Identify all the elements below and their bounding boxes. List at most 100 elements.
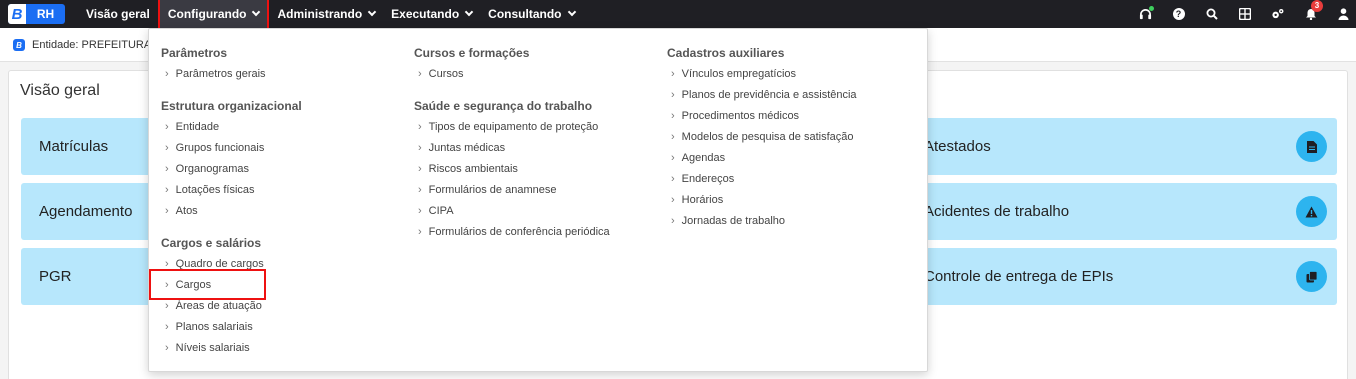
menu-item-tipos-equipamento[interactable]: › Tipos de equipamento de proteção bbox=[418, 121, 598, 133]
menu-item-modelos-pesquisa[interactable]: › Modelos de pesquisa de satisfação bbox=[671, 131, 854, 143]
tile-label: Matrículas bbox=[39, 138, 109, 155]
tile-acidentes[interactable]: Acidentes de trabalho bbox=[900, 183, 1337, 240]
menu-item-organogramas[interactable]: › Organogramas bbox=[165, 163, 249, 175]
menu-item-niveis-salariais[interactable]: › Níveis salariais bbox=[165, 342, 250, 354]
menu-item-label: Jornadas de trabalho bbox=[681, 215, 786, 227]
page-title: Visão geral bbox=[20, 82, 100, 99]
menu-item-label: Modelos de pesquisa de satisfação bbox=[681, 131, 854, 143]
menu-item-horarios[interactable]: › Horários bbox=[671, 194, 723, 206]
entity-label[interactable]: Entidade: PREFEITURA D bbox=[32, 39, 162, 51]
menu-item-planos-salariais[interactable]: › Planos salariais bbox=[165, 321, 253, 333]
headset-icon[interactable] bbox=[1139, 5, 1154, 21]
menu-item-formularios-conferencia[interactable]: › Formulários de conferência periódica bbox=[418, 226, 610, 238]
file-icon[interactable] bbox=[1296, 131, 1327, 162]
chevron-right-icon: › bbox=[418, 184, 422, 196]
menu-item-label: Formulários de conferência periódica bbox=[428, 226, 610, 238]
menu-item-label: CIPA bbox=[428, 205, 454, 217]
help-icon[interactable]: ? bbox=[1172, 8, 1185, 21]
nav-consultando[interactable]: Consultando bbox=[480, 0, 582, 28]
chevron-right-icon: › bbox=[165, 121, 169, 133]
menu-item-juntas-medicas[interactable]: › Juntas médicas bbox=[418, 142, 505, 154]
chevron-right-icon: › bbox=[418, 163, 422, 175]
menu-item-label: Agendas bbox=[681, 152, 726, 164]
menu-item-label: Horários bbox=[681, 194, 724, 206]
entity-logo-icon: B bbox=[13, 39, 25, 51]
chevron-right-icon: › bbox=[165, 68, 169, 80]
chevron-right-icon: › bbox=[165, 205, 169, 217]
nav-administrando[interactable]: Administrando bbox=[269, 0, 383, 28]
notification-count-badge: 3 bbox=[1311, 0, 1323, 12]
menu-item-planos-previdencia[interactable]: › Planos de previdência e assistência bbox=[671, 89, 857, 101]
menu-item-label: Juntas médicas bbox=[428, 142, 506, 154]
tile-label: Acidentes de trabalho bbox=[924, 203, 1070, 220]
bell-icon[interactable]: 3 bbox=[1304, 0, 1323, 21]
nav-configurando[interactable]: Configurando bbox=[157, 0, 270, 30]
highlight-annotation bbox=[149, 269, 266, 300]
chevron-down-icon bbox=[367, 7, 377, 17]
menu-item-label: Planos de previdência e assistência bbox=[681, 89, 857, 101]
menu-item-label: Níveis salariais bbox=[175, 342, 250, 354]
chevron-right-icon: › bbox=[671, 89, 675, 101]
menu-item-grupos-funcionais[interactable]: › Grupos funcionais bbox=[165, 142, 264, 154]
chevron-right-icon: › bbox=[418, 68, 422, 80]
chevron-right-icon: › bbox=[165, 321, 169, 333]
nav-executando[interactable]: Executando bbox=[383, 0, 480, 28]
menu-item-label: Lotações físicas bbox=[175, 184, 255, 196]
chevron-right-icon: › bbox=[418, 121, 422, 133]
menu-item-areas-de-atuacao[interactable]: › Áreas de atuação bbox=[165, 300, 262, 312]
brand-letter: B bbox=[8, 4, 26, 24]
nav-label: Configurando bbox=[167, 7, 247, 21]
warning-icon[interactable] bbox=[1296, 196, 1327, 227]
chevron-right-icon: › bbox=[418, 142, 422, 154]
chevron-right-icon: › bbox=[165, 142, 169, 154]
menu-item-enderecos[interactable]: › Endereços bbox=[671, 173, 734, 185]
tile-label: Agendamento bbox=[39, 203, 133, 220]
settings-gears-icon[interactable] bbox=[1271, 8, 1284, 21]
nav-visao-geral[interactable]: Visão geral bbox=[78, 0, 158, 28]
menu-item-formularios-anamnese[interactable]: › Formulários de anamnese bbox=[418, 184, 556, 196]
group-title-cursos: Cursos e formações bbox=[414, 46, 530, 60]
apps-grid-icon[interactable] bbox=[1238, 8, 1251, 21]
chevron-right-icon: › bbox=[165, 163, 169, 175]
menu-item-riscos-ambientais[interactable]: › Riscos ambientais bbox=[418, 163, 518, 175]
tile-atestados[interactable]: Atestados bbox=[900, 118, 1337, 175]
menu-item-label: Entidade bbox=[175, 121, 220, 133]
menu-item-procedimentos-medicos[interactable]: › Procedimentos médicos bbox=[671, 110, 799, 122]
menu-item-vinculos[interactable]: › Vínculos empregatícios bbox=[671, 68, 796, 80]
menu-item-atos[interactable]: › Atos bbox=[165, 205, 198, 217]
group-title-cargos: Cargos e salários bbox=[161, 236, 262, 250]
chevron-down-icon bbox=[252, 7, 261, 17]
chevron-down-icon bbox=[464, 7, 474, 17]
menu-item-entidade[interactable]: › Entidade bbox=[165, 121, 219, 133]
chevron-right-icon: › bbox=[671, 215, 675, 227]
group-title-cadastros: Cadastros auxiliares bbox=[667, 46, 785, 60]
tile-label: PGR bbox=[39, 268, 72, 285]
menu-item-label: Cursos bbox=[428, 68, 464, 80]
menu-item-label: Procedimentos médicos bbox=[681, 110, 800, 122]
menu-item-label: Riscos ambientais bbox=[428, 163, 518, 175]
menu-item-label: Atos bbox=[175, 205, 198, 217]
group-title-parametros: Parâmetros bbox=[161, 46, 228, 60]
menu-item-jornadas[interactable]: › Jornadas de trabalho bbox=[671, 215, 785, 227]
group-title-saude: Saúde e segurança do trabalho bbox=[414, 99, 593, 113]
top-navigation-bar: B RH Visão geral Configurando Administra… bbox=[0, 0, 1356, 30]
copy-icon[interactable] bbox=[1296, 261, 1327, 292]
menu-item-cipa[interactable]: › CIPA bbox=[418, 205, 454, 217]
tile-controle-epis[interactable]: Controle de entrega de EPIs bbox=[900, 248, 1337, 305]
nav-label: Consultando bbox=[488, 7, 562, 21]
nav-label: Administrando bbox=[277, 7, 363, 21]
nav-label: Executando bbox=[391, 7, 460, 21]
chevron-right-icon: › bbox=[418, 226, 422, 238]
menu-item-cursos[interactable]: › Cursos bbox=[418, 68, 464, 80]
search-icon[interactable] bbox=[1205, 8, 1218, 21]
menu-item-label: Organogramas bbox=[175, 163, 250, 175]
menu-item-agendas[interactable]: › Agendas bbox=[671, 152, 725, 164]
chevron-right-icon: › bbox=[165, 342, 169, 354]
nav-label: Visão geral bbox=[86, 7, 150, 21]
chevron-right-icon: › bbox=[671, 173, 675, 185]
menu-item-lotacoes-fisicas[interactable]: › Lotações físicas bbox=[165, 184, 255, 196]
group-title-estrutura: Estrutura organizacional bbox=[161, 99, 302, 113]
menu-item-parametros-gerais[interactable]: › Parâmetros gerais bbox=[165, 68, 266, 80]
user-icon[interactable] bbox=[1337, 8, 1350, 21]
app-logo[interactable]: B RH bbox=[8, 4, 65, 24]
